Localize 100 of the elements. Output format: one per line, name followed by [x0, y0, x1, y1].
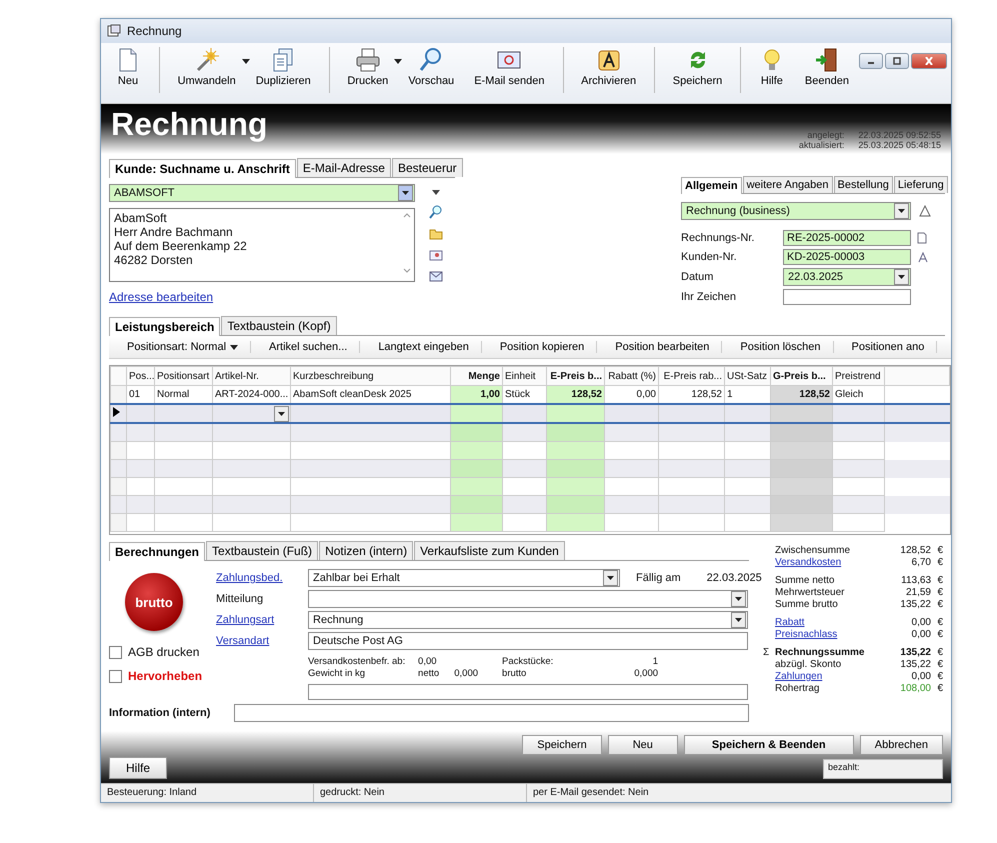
tab[interactable]: Kunde: Suchname u. Anschrift [109, 159, 296, 178]
toolbar-button[interactable]: Umwandeln [168, 45, 246, 89]
dropdown-field[interactable]: Zahlbar bei Erhalt [308, 569, 620, 587]
packages-value: 1 [652, 656, 658, 668]
action-button[interactable]: Speichern & Beenden [684, 735, 854, 755]
column-header[interactable]: Kurzbeschreibung [290, 366, 450, 386]
column-header[interactable]: Menge [450, 366, 502, 386]
caret-icon [278, 412, 285, 416]
toolbar-button[interactable]: Archivieren [571, 45, 646, 89]
gross-badge[interactable]: brutto [125, 573, 183, 631]
dropdown-button[interactable] [274, 406, 289, 421]
total-link[interactable]: Preisnachlass [775, 629, 912, 641]
column-header[interactable]: G-Preis b... [770, 366, 832, 386]
card-icon[interactable] [429, 249, 443, 261]
caret-icon[interactable] [402, 191, 409, 195]
total-label: Rechnungssumme [775, 647, 866, 659]
toolbar-button[interactable]: Neu [105, 45, 151, 89]
folder-icon[interactable] [429, 228, 443, 240]
column-header[interactable]: Preistrend [832, 366, 884, 386]
edit-address-link[interactable]: Adresse bearbeiten [109, 290, 214, 304]
toolbar-button[interactable]: Speichern [662, 45, 732, 89]
toolbar-button[interactable]: Drucken [337, 45, 398, 89]
toolbar-button[interactable]: Positionen ano [834, 341, 938, 353]
document-type-field[interactable]: Rechnung (business) [681, 202, 911, 220]
caret-icon[interactable] [431, 190, 441, 196]
action-button[interactable]: Abbrechen [860, 735, 943, 755]
input-field[interactable] [308, 684, 748, 700]
address-field[interactable]: AbamSoft Herr Andre Bachmann Auf dem Beerenkamp 22 46282 Dorsten [109, 208, 415, 282]
toolbar-button[interactable]: Hilfe [748, 45, 795, 89]
tab[interactable]: Notizen (intern) [319, 541, 414, 560]
field-link[interactable]: Versandart [216, 635, 300, 647]
caret-icon[interactable] [898, 209, 905, 213]
checkbox[interactable] [109, 646, 122, 658]
toolbar-button[interactable]: Duplizieren [246, 45, 321, 89]
search-icon[interactable] [429, 205, 443, 219]
toolbar-button[interactable]: Artikel suchen... [251, 341, 360, 353]
field-link[interactable]: Zahlungsbed. [216, 572, 300, 584]
tab[interactable]: Lieferung [894, 176, 948, 193]
toolbar-button[interactable]: Position bearbeiten [597, 341, 722, 353]
customer-search-field[interactable]: ABAMSOFT [109, 184, 415, 202]
checkbox[interactable] [109, 670, 122, 682]
tab[interactable]: Textbaustein (Kopf) [221, 316, 337, 335]
table-cell: Gleich [835, 389, 864, 400]
caret-icon [242, 59, 250, 64]
shipping-free-value: 0,00 [418, 656, 438, 668]
caret-icon[interactable] [898, 275, 905, 279]
input-field[interactable] [783, 289, 911, 305]
triangle-icon[interactable] [919, 205, 931, 217]
column-header[interactable]: USt-Satz [724, 366, 770, 386]
total-value: 6,70 [912, 557, 931, 569]
toolbar-button[interactable]: Langtext eingeben [360, 341, 482, 353]
dropdown-field[interactable] [308, 590, 748, 608]
caret-icon [394, 59, 402, 64]
toolbar-button[interactable]: Position kopieren [482, 341, 598, 353]
minimize-button[interactable] [859, 53, 883, 69]
tab[interactable]: Textbaustein (Fuß) [206, 541, 318, 560]
input-field[interactable]: Deutsche Post AG [308, 632, 748, 650]
tab[interactable]: E-Mail-Adresse [296, 158, 391, 177]
tab[interactable]: Berechnungen [109, 542, 206, 561]
field-link[interactable]: Zahlungsart [216, 614, 300, 626]
tab[interactable]: Verkaufsliste zum Kunden [414, 541, 565, 560]
action-button[interactable]: Speichern [522, 735, 602, 755]
input-field[interactable]: KD-2025-00003 [783, 249, 911, 265]
tab[interactable]: Leistungsbereich [109, 317, 220, 336]
info-field[interactable] [234, 704, 749, 722]
letter-icon[interactable] [917, 251, 929, 263]
total-link[interactable]: Rabatt [775, 617, 912, 629]
tab[interactable]: weitere Angaben [742, 176, 833, 193]
envelope-icon[interactable] [429, 270, 443, 282]
toolbar-button[interactable]: Beenden [794, 45, 859, 89]
table-cell: Normal [157, 389, 190, 400]
total-link[interactable]: Zahlungen [775, 671, 912, 683]
column-header[interactable]: E-Preis b... [546, 366, 604, 386]
maximize-icon [892, 57, 902, 65]
column-header[interactable]: Pos... [126, 366, 154, 386]
column-header[interactable]: Artikel-Nr. [212, 366, 290, 386]
total-label: Summe brutto [775, 599, 839, 611]
date-field[interactable]: 22.03.2025 [783, 268, 911, 286]
document-icon[interactable] [917, 232, 927, 244]
total-link[interactable]: Versandkosten [775, 557, 912, 569]
column-header[interactable]: Positionsart [154, 366, 212, 386]
column-header[interactable]: Einheit [502, 366, 546, 386]
toolbar-button[interactable]: Vorschau [398, 45, 464, 89]
toolbar-button[interactable]: E-Mail senden [464, 45, 555, 89]
column-header[interactable]: E-Preis rab... [658, 366, 724, 386]
created-date: 22.03.2025 09:52:55 [858, 130, 941, 140]
toolbar-button[interactable]: Position löschen [722, 341, 834, 353]
column-header[interactable]: Rabatt (%) [604, 366, 658, 386]
help-button[interactable]: Hilfe [109, 757, 168, 779]
dropdown-field[interactable]: Rechnung [308, 611, 748, 629]
close-button[interactable] [911, 53, 947, 69]
toolbar-button[interactable]: Positionsart: Normal [109, 341, 252, 353]
tab[interactable]: Bestellung [834, 176, 893, 193]
maximize-button[interactable] [885, 53, 909, 69]
tab[interactable]: Besteuerur [392, 158, 463, 177]
field-label: Ihr Zeichen [681, 291, 738, 303]
tab[interactable]: Allgemein [681, 177, 742, 194]
total-value: 0,00 [912, 617, 931, 629]
input-field[interactable]: RE-2025-00002 [783, 230, 911, 246]
action-button[interactable]: Neu [608, 735, 678, 755]
